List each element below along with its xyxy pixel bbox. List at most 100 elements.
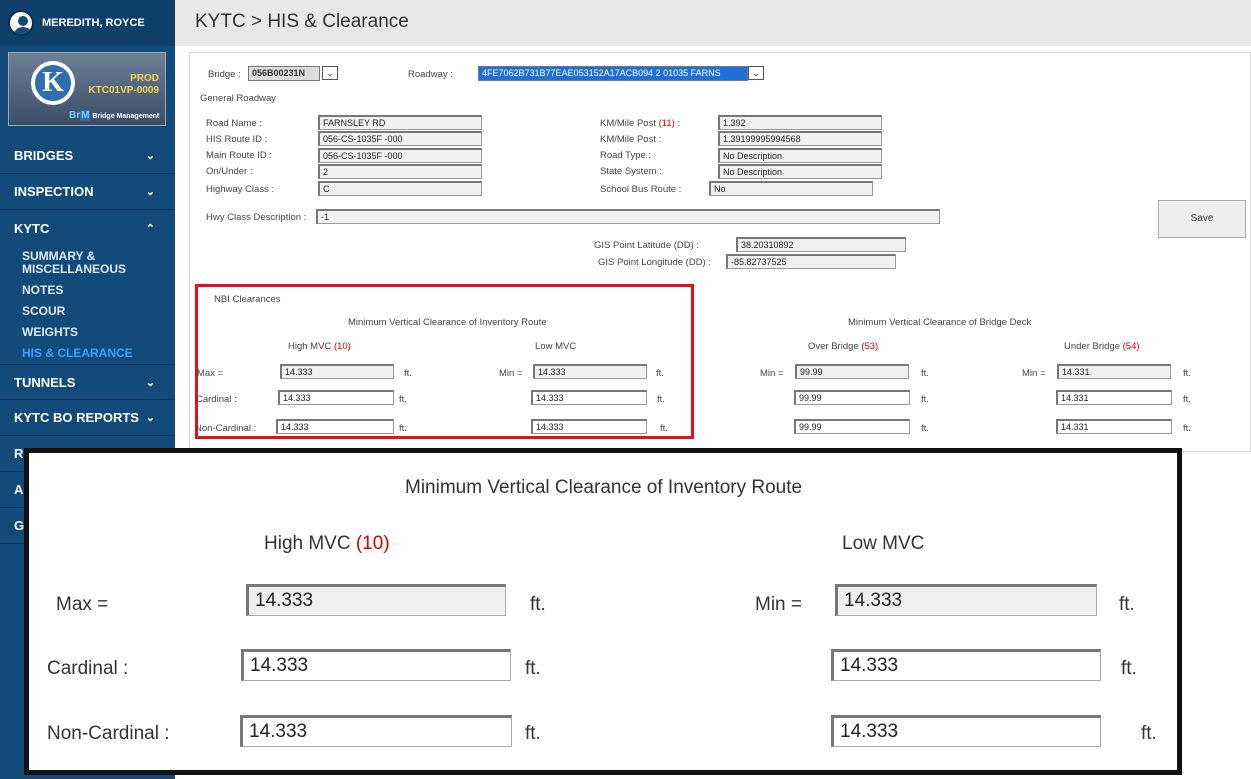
chevron-down-icon[interactable]: ⌄ bbox=[322, 66, 338, 80]
zoomed-callout: Minimum Vertical Clearance of Inventory … bbox=[24, 448, 1182, 775]
unit-label: ft. bbox=[1183, 423, 1191, 434]
under-bridge-heading: Under Bridge (54) bbox=[1064, 341, 1140, 352]
unit-label: ft. bbox=[399, 423, 407, 434]
zoom-unit-label: ft. bbox=[525, 658, 541, 679]
user-name: MEREDITH, ROYCE bbox=[42, 17, 145, 29]
under-bridge-min-field[interactable]: 14.331 bbox=[1057, 364, 1171, 379]
low-mvc-cardinal-field[interactable]: 14.333 bbox=[531, 390, 647, 405]
nav-kytc-bo-reports[interactable]: KYTC BO REPORTS ⌄ bbox=[0, 400, 175, 436]
zoom-min-label: Min = bbox=[755, 594, 802, 615]
highway-class-field[interactable]: C bbox=[318, 181, 482, 196]
under-bridge-noncardinal-field[interactable]: 14.331 bbox=[1056, 419, 1172, 434]
high-mvc-cardinal-field[interactable]: 14.333 bbox=[278, 390, 394, 405]
chevron-down-icon: ⌄ bbox=[145, 186, 155, 198]
unit-label: ft. bbox=[1183, 394, 1191, 405]
top-bar: KYTC > HIS & Clearance bbox=[175, 0, 1251, 46]
latitude-field[interactable]: 38.20310892 bbox=[736, 237, 906, 252]
zoom-max-label: Max = bbox=[56, 594, 109, 615]
school-bus-label: School Bus Route : bbox=[600, 184, 682, 195]
chevron-down-icon: ⌄ bbox=[145, 376, 155, 389]
min-label: Min = bbox=[499, 368, 523, 379]
zoom-high-max-field[interactable]: 14.333 bbox=[246, 584, 506, 616]
cardinal-label: Cardinal : bbox=[196, 394, 237, 405]
longitude-label: GIS Point Longitude (DD) : bbox=[598, 257, 711, 268]
on-under-label: On/Under : bbox=[206, 166, 253, 177]
logo-product: BrM Bridge Management bbox=[69, 110, 160, 121]
zoom-unit-label: ft. bbox=[1121, 658, 1137, 679]
inventory-route-heading: Minimum Vertical Clearance of Inventory … bbox=[348, 317, 547, 328]
zoom-high-mvc-heading: High MVC (10) bbox=[264, 533, 390, 554]
bridge-label: Bridge : bbox=[208, 69, 241, 80]
high-mvc-heading: High MVC (10) bbox=[288, 341, 351, 352]
zoom-low-min-field[interactable]: 14.333 bbox=[835, 584, 1097, 616]
user-header[interactable]: MEREDITH, ROYCE bbox=[0, 0, 175, 46]
unit-label: ft. bbox=[921, 368, 929, 379]
unit-label: ft. bbox=[656, 368, 664, 379]
nav-notes[interactable]: NOTES bbox=[0, 280, 175, 301]
zoom-low-noncardinal-field[interactable]: 14.333 bbox=[831, 715, 1101, 747]
low-mvc-min-field[interactable]: 14.333 bbox=[533, 364, 647, 379]
road-type-field[interactable]: No Description bbox=[718, 148, 882, 163]
nav-his-clearance[interactable]: HIS & CLEARANCE bbox=[0, 343, 175, 364]
over-bridge-cardinal-field[interactable]: 99.99 bbox=[794, 390, 910, 405]
nbi-clearances-heading: NBI Clearances bbox=[214, 294, 281, 305]
nav-tunnels[interactable]: TUNNELS ⌄ bbox=[0, 364, 175, 400]
nav-inspection[interactable]: INSPECTION ⌄ bbox=[0, 174, 175, 210]
high-mvc-noncardinal-field[interactable]: 14.333 bbox=[276, 419, 394, 434]
unit-label: ft. bbox=[1183, 368, 1191, 379]
zoom-high-noncardinal-field[interactable]: 14.333 bbox=[240, 715, 512, 747]
zoom-non-cardinal-label: Non-Cardinal : bbox=[47, 723, 170, 744]
latitude-label: GIS Point Latitude (DD) : bbox=[594, 240, 700, 251]
km-post2-field[interactable]: 1.39199995994568 bbox=[718, 131, 882, 146]
zoom-unit-label: ft. bbox=[530, 594, 546, 615]
longitude-field[interactable]: -85.82737525 bbox=[726, 254, 896, 269]
unit-label: ft. bbox=[921, 394, 929, 405]
km-post-field[interactable]: 1.392 bbox=[718, 115, 882, 130]
state-system-label: State System : bbox=[600, 166, 662, 177]
nav-weights[interactable]: WEIGHTS bbox=[0, 322, 175, 343]
low-mvc-noncardinal-field[interactable]: 14.333 bbox=[531, 419, 647, 434]
bridge-select[interactable]: 056B00231N bbox=[248, 66, 320, 81]
over-bridge-noncardinal-field[interactable]: 99.99 bbox=[794, 419, 910, 434]
chevron-down-icon: ⌄ bbox=[145, 412, 155, 424]
zoom-low-mvc-heading: Low MVC bbox=[842, 533, 925, 554]
high-mvc-max-field[interactable]: 14.333 bbox=[280, 364, 394, 379]
min-label: Min = bbox=[760, 368, 784, 379]
km-post2-label: KM/Mile Post : bbox=[600, 134, 662, 145]
unit-label: ft. bbox=[660, 423, 668, 434]
zoom-inventory-heading: Minimum Vertical Clearance of Inventory … bbox=[405, 477, 803, 498]
kytc-logo: K PROD KTC01VP-0009 BrM Bridge Management bbox=[8, 52, 166, 126]
his-route-field[interactable]: 056-CS-1035F -000 bbox=[318, 131, 482, 146]
nav-scour[interactable]: SCOUR bbox=[0, 301, 175, 322]
main-route-label: Main Route ID : bbox=[206, 150, 272, 161]
his-clearance-form: Bridge : 056B00231N ⌄ Roadway : 4FE7062B… bbox=[189, 52, 1251, 452]
zoom-unit-label: ft. bbox=[1141, 723, 1157, 744]
chevron-down-icon[interactable]: ⌄ bbox=[748, 66, 764, 80]
chevron-down-icon: ⌄ bbox=[145, 150, 155, 162]
km-post-label: KM/Mile Post (11) : bbox=[600, 118, 681, 129]
nav-kytc[interactable]: KYTC ⌃ bbox=[0, 210, 175, 246]
roadway-select[interactable]: 4FE7062B731B77EAE053152A17ACB094 2 01035… bbox=[478, 66, 748, 81]
logo-environment: PROD KTC01VP-0009 bbox=[88, 73, 159, 96]
under-bridge-cardinal-field[interactable]: 14.331 bbox=[1056, 390, 1172, 405]
zoom-low-cardinal-field[interactable]: 14.333 bbox=[831, 649, 1101, 681]
zoom-high-cardinal-field[interactable]: 14.333 bbox=[241, 649, 511, 681]
unit-label: ft. bbox=[921, 423, 929, 434]
page-title: KYTC > HIS & Clearance bbox=[195, 11, 409, 32]
hwy-desc-label: Hwy Class Description : bbox=[206, 212, 307, 223]
nav-bridges[interactable]: BRIDGES ⌄ bbox=[0, 138, 175, 174]
hwy-desc-field[interactable]: -1 bbox=[316, 209, 940, 224]
zoom-cardinal-label: Cardinal : bbox=[47, 658, 129, 679]
save-button[interactable]: Save bbox=[1158, 200, 1246, 238]
roadway-label: Roadway : bbox=[408, 69, 453, 80]
nav-summary-misc[interactable]: SUMMARY & MISCELLANEOUS bbox=[0, 246, 126, 280]
highlight-box bbox=[195, 284, 694, 439]
on-under-field[interactable]: 2 bbox=[318, 164, 482, 179]
over-bridge-min-field[interactable]: 99.99 bbox=[795, 364, 909, 379]
school-bus-field[interactable]: No bbox=[709, 181, 873, 196]
road-name-field[interactable]: FARNSLEY RD bbox=[318, 115, 482, 130]
min-label: Min = bbox=[1022, 368, 1046, 379]
state-system-field[interactable]: No Description bbox=[718, 164, 882, 179]
logo-k-icon: K bbox=[31, 61, 75, 105]
main-route-field[interactable]: 056-CS-1035F -000 bbox=[318, 148, 482, 163]
